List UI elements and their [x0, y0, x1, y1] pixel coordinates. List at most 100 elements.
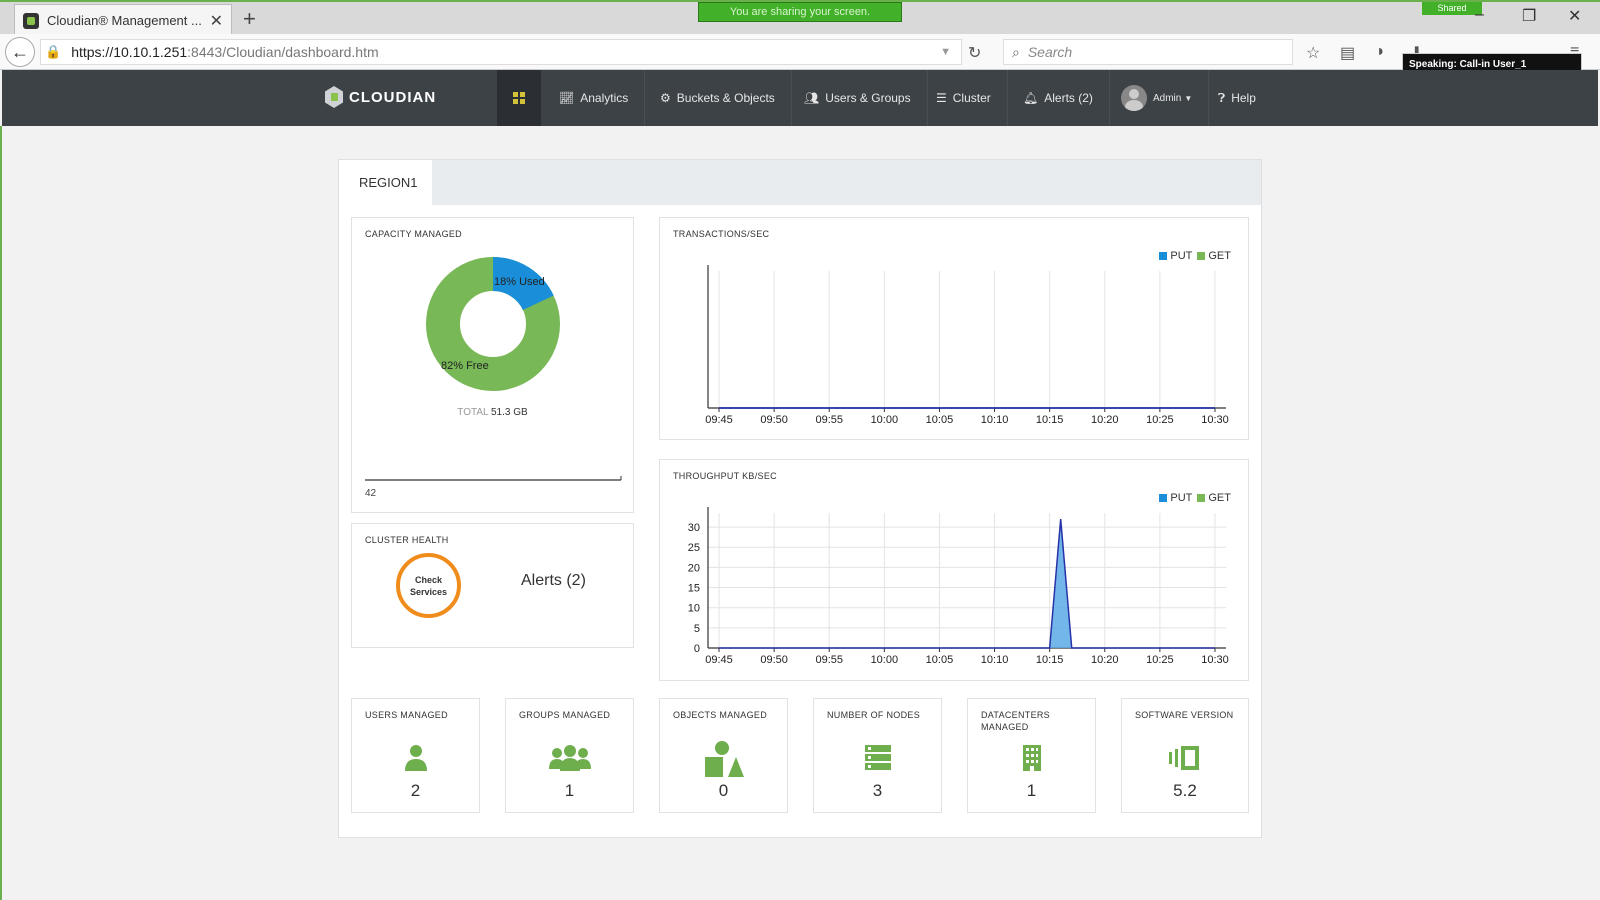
tab-title: Cloudian® Management ...	[47, 13, 202, 28]
nav-help[interactable]: ❓︎ Help	[1202, 70, 1272, 126]
url-dropdown-icon[interactable]: ▼	[940, 46, 951, 58]
x-tick-label: 10:05	[926, 654, 954, 666]
kpi-nodes-card: NUMBER OF NODES 3	[813, 698, 942, 813]
kpi-value: 1	[1026, 781, 1037, 800]
series-put-line	[719, 518, 1215, 649]
version-icon	[1122, 743, 1248, 778]
list-icon: ☰	[936, 91, 947, 105]
pocket-icon[interactable]: ◗	[1376, 43, 1386, 61]
services-text: Services	[409, 586, 448, 597]
kpi-title: GROUPS MANAGED	[519, 710, 611, 720]
check-services-indicator[interactable]: Check Services	[396, 553, 461, 618]
kpi-value: 1	[564, 781, 575, 800]
x-tick-label: 09:55	[815, 654, 843, 666]
close-tab-icon[interactable]: ✕	[210, 11, 223, 31]
y-tick-label: 30	[688, 522, 700, 534]
x-tick-label: 10:10	[981, 654, 1009, 666]
kpi-objects-card: OBJECTS MANAGED 0	[659, 698, 788, 813]
browser-search-input[interactable]: ⌕ Search	[1003, 39, 1293, 65]
question-circle-icon: ❓︎	[1218, 90, 1226, 105]
user-icon	[352, 743, 479, 778]
kpi-title: SOFTWARE VERSION	[1135, 710, 1234, 720]
nav-alerts[interactable]: 🔔︎ Alerts (2)	[1007, 70, 1110, 126]
dashboard-home-button[interactable]	[497, 70, 541, 126]
building-icon	[968, 743, 1095, 778]
browser-tab-bar: Cloudian® Management ... ✕ + You are sha…	[0, 0, 1600, 36]
y-tick-label: 15	[688, 583, 700, 595]
gear-icon: ⚙	[660, 91, 671, 105]
free-label: 82% Free	[441, 360, 489, 372]
caret-down-icon: ▼	[1184, 93, 1193, 103]
nav-cluster[interactable]: ☰ Cluster	[920, 70, 1008, 126]
avatar	[1121, 85, 1147, 111]
group-icon	[506, 743, 633, 778]
bookmark-star-icon[interactable]: ☆	[1306, 43, 1320, 63]
health-alerts-link[interactable]: Alerts (2)	[521, 572, 586, 590]
new-tab-icon[interactable]: +	[243, 6, 256, 32]
x-tick-label: 10:30	[1201, 414, 1229, 426]
capacity-total: TOTAL 51.3 GB	[352, 407, 633, 418]
y-tick-label: 20	[688, 562, 700, 574]
reload-icon[interactable]: ↻	[968, 43, 981, 63]
region-tabs: REGION1	[339, 160, 1261, 205]
cloudian-logo[interactable]: CLOUDIAN	[325, 86, 436, 108]
x-tick-label: 10:00	[871, 654, 899, 666]
x-tick-label: 10:25	[1146, 654, 1174, 666]
transactions-card: TRANSACTIONS/SEC PUT GET 09:45 09:50 09:55…	[659, 217, 1249, 440]
kpi-datacenters-card: DATACENTERS MANAGED 1	[967, 698, 1096, 813]
transactions-chart: 09:45 09:50 09:55 10:00 10:05 10:10 10:15 10:20…	[705, 265, 1229, 426]
y-tick-label: 5	[694, 623, 700, 635]
x-tick-label: 09:50	[760, 654, 788, 666]
y-tick-label: 10	[688, 603, 700, 615]
chart-line-icon: 📈︎	[559, 91, 575, 105]
grid-icon	[513, 92, 525, 104]
x-tick-label: 10:20	[1091, 654, 1119, 666]
back-button[interactable]: ←	[5, 37, 35, 67]
series-put-area	[719, 519, 1215, 648]
x-tick-label: 10:05	[926, 414, 954, 426]
kpi-value: 5.2	[1173, 781, 1197, 800]
cloudian-favicon-icon	[23, 12, 39, 29]
capacity-card: CAPACITY MANAGED 18% Used 82% Free 42 TO…	[351, 217, 634, 513]
kpi-title: DATACENTERS MANAGED	[981, 710, 1050, 732]
used-label: 18% Used	[494, 276, 545, 288]
logo-text: CLOUDIAN	[349, 88, 437, 106]
close-window-icon[interactable]: ✕	[1568, 6, 1581, 26]
x-tick-label: 10:25	[1146, 414, 1174, 426]
kpi-value: 3	[872, 781, 883, 800]
throughput-card: THROUGHPUT KB/SEC PUT GET 0 5 10 15 20 25 30 09…	[659, 459, 1249, 681]
y-tick-label: 25	[688, 542, 700, 554]
nav-analytics[interactable]: 📈︎ Analytics	[543, 70, 646, 126]
throughput-chart: 0 5 10 15 20 25 30 09:45 09:50 09:55 10:00 10:05 10:…	[688, 507, 1229, 666]
nav-users-groups[interactable]: 👥︎ Users & Groups	[788, 70, 928, 126]
app-navbar: CLOUDIAN 📈︎ Analytics ⚙ Buckets & Objects …	[2, 70, 1598, 126]
y-tick-label: 0	[694, 643, 700, 655]
bell-icon: 🔔︎	[1023, 91, 1039, 105]
cluster-health-title: CLUSTER HEALTH	[365, 535, 449, 545]
window-border	[0, 126, 2, 900]
address-field[interactable]: 🔒 https://10.10.1.251:8443/Cloudian/dash…	[40, 39, 962, 65]
nav-admin-menu[interactable]: Admin ▼	[1105, 70, 1210, 126]
nav-buckets-objects[interactable]: ⚙ Buckets & Objects	[644, 70, 792, 126]
reading-list-icon[interactable]: ▤	[1340, 43, 1355, 63]
x-tick-label: 10:20	[1091, 414, 1119, 426]
kpi-value: 0	[718, 781, 729, 800]
restore-icon[interactable]: ❐	[1522, 6, 1536, 26]
minimize-icon[interactable]: –	[1475, 6, 1484, 24]
x-tick-label: 10:15	[1036, 654, 1064, 666]
kpi-title: NUMBER OF NODES	[827, 710, 921, 720]
tab-region1[interactable]: REGION1	[339, 160, 432, 205]
cloudian-logo-icon	[325, 86, 343, 108]
x-tick-label: 09:50	[760, 414, 788, 426]
x-tick-label: 10:10	[981, 414, 1009, 426]
objects-icon	[660, 739, 787, 784]
cluster-health-card: CLUSTER HEALTH Check Services Alerts (2)	[351, 523, 634, 648]
x-tick-label: 10:15	[1036, 414, 1064, 426]
x-tick-label: 10:30	[1201, 654, 1229, 666]
search-placeholder: Search	[1027, 44, 1073, 60]
x-tick-label: 09:45	[705, 414, 733, 426]
x-tick-label: 10:00	[871, 414, 899, 426]
kpi-groups-card: GROUPS MANAGED 1	[505, 698, 634, 813]
browser-tab[interactable]: Cloudian® Management ... ✕	[14, 4, 232, 36]
back-arrow-icon: ←	[11, 42, 29, 62]
